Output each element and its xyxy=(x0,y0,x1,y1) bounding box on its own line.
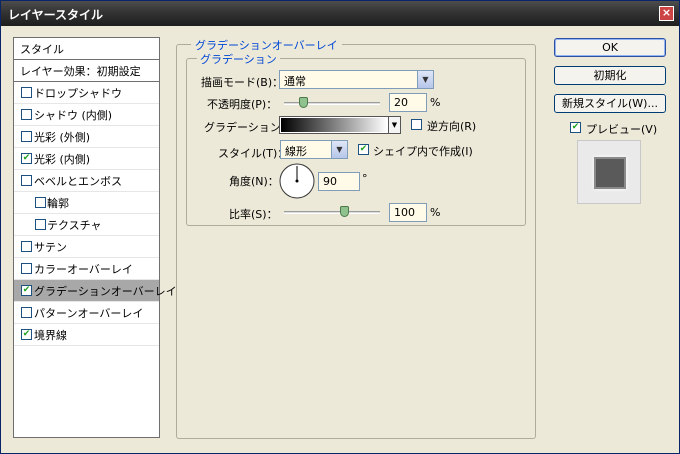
style-select[interactable]: 線形 ▼ xyxy=(280,140,348,159)
style-list-item[interactable]: ドロップシャドウ xyxy=(14,82,159,104)
align-with-layer-label[interactable]: シェイプ内で作成(I) xyxy=(373,143,473,159)
opacity-unit: % xyxy=(430,96,441,109)
style-checkbox[interactable] xyxy=(21,109,32,120)
style-list-item[interactable]: カラーオーバーレイ xyxy=(14,258,159,280)
preview-label[interactable]: プレビュー(V) xyxy=(586,121,657,137)
style-list-item[interactable]: ✔ グラデーションオーバーレイ xyxy=(14,280,177,302)
subgroup-title: グラデーション xyxy=(197,51,280,67)
angle-input[interactable]: 90 xyxy=(318,172,360,191)
opacity-label: 不透明度(P)： xyxy=(207,98,278,111)
style-list-item[interactable]: ✔ 境界線 xyxy=(14,324,159,346)
angle-unit: ° xyxy=(362,172,368,185)
style-checkbox[interactable] xyxy=(35,219,46,230)
scale-input[interactable]: 100 xyxy=(389,203,427,222)
opacity-slider-thumb[interactable] xyxy=(299,97,309,108)
scale-value: 100 xyxy=(394,206,415,219)
angle-value: 90 xyxy=(323,175,337,188)
style-checkbox[interactable] xyxy=(21,131,32,142)
style-list: スタイル レイヤー効果：初期設定 ドロップシャドウ シャドウ (内側) 光彩 (外側… xyxy=(13,37,177,438)
gradient-picker[interactable]: ▼ xyxy=(279,116,401,134)
style-list-item[interactable]: ✔ 光彩 (内側) xyxy=(14,148,159,170)
ok-button[interactable]: OK xyxy=(554,38,666,57)
align-with-layer-checkbox[interactable]: ✔ xyxy=(358,144,369,155)
style-checkbox[interactable] xyxy=(21,307,32,318)
opacity-input[interactable]: 20 xyxy=(389,93,427,112)
styles-header[interactable]: スタイル xyxy=(14,38,159,60)
style-list-item[interactable]: 光彩 (外側) xyxy=(14,126,159,148)
reset-button[interactable]: 初期化 xyxy=(554,66,666,85)
style-item-label: カラーオーバーレイ xyxy=(34,263,133,276)
style-item-label: 境界線 xyxy=(34,329,67,342)
style-item-label: 光彩 (内側) xyxy=(34,153,91,166)
angle-label: 角度(N)： xyxy=(229,175,279,188)
style-list-item[interactable]: 輪郭 xyxy=(14,192,159,214)
scale-unit: % xyxy=(430,206,441,219)
style-item-label: 光彩 (外側) xyxy=(34,131,91,144)
style-list-item[interactable]: サテン xyxy=(14,236,159,258)
scale-label: 比率(S)： xyxy=(229,208,278,221)
scale-slider-track[interactable] xyxy=(284,211,380,214)
blend-mode-value: 通常 xyxy=(284,75,306,88)
style-label: スタイル(T)： xyxy=(218,147,289,160)
style-checkbox[interactable] xyxy=(21,87,32,98)
style-list-item[interactable]: パターンオーバーレイ xyxy=(14,302,159,324)
preview-checkbox[interactable]: ✔ xyxy=(570,122,581,133)
new-style-button[interactable]: 新規スタイル(W)... xyxy=(554,94,666,113)
style-checkbox[interactable]: ✔ xyxy=(21,285,32,296)
style-checkbox[interactable]: ✔ xyxy=(21,153,32,164)
angle-dial[interactable] xyxy=(278,162,316,200)
style-item-label: テクスチャ xyxy=(47,219,102,232)
reverse-label[interactable]: 逆方向(R) xyxy=(427,118,476,134)
title-bar: レイヤースタイル × xyxy=(1,1,679,26)
style-item-label: サテン xyxy=(34,241,67,254)
reverse-checkbox[interactable] xyxy=(411,119,422,130)
style-list-item[interactable]: テクスチャ xyxy=(14,214,159,236)
style-list-item[interactable]: シャドウ (内側) xyxy=(14,104,159,126)
style-checkbox[interactable] xyxy=(21,263,32,274)
window-title: レイヤースタイル xyxy=(8,8,104,22)
style-item-label: グラデーションオーバーレイ xyxy=(34,285,177,298)
preview-swatch xyxy=(594,157,626,189)
opacity-value: 20 xyxy=(394,96,408,109)
blending-options-item[interactable]: レイヤー効果：初期設定 xyxy=(14,60,159,82)
scale-slider-thumb[interactable] xyxy=(340,206,349,217)
style-item-label: シャドウ (内側) xyxy=(34,109,113,122)
preview-thumbnail xyxy=(577,140,641,204)
gradient-swatch[interactable] xyxy=(281,118,387,132)
style-item-label: ドロップシャドウ xyxy=(34,87,122,100)
layer-style-dialog: レイヤースタイル × スタイル レイヤー効果：初期設定 ドロップシャドウ シャドウ… xyxy=(0,0,680,454)
style-value: 線形 xyxy=(285,145,307,158)
chevron-down-icon[interactable]: ▼ xyxy=(331,141,347,158)
gradient-dropdown-icon[interactable]: ▼ xyxy=(388,117,400,133)
style-item-label: 輪郭 xyxy=(47,197,69,210)
style-list-item[interactable]: ベベルとエンボス xyxy=(14,170,159,192)
style-checkbox[interactable] xyxy=(21,175,32,186)
blend-mode-label: 描画モード(B)： xyxy=(201,76,284,89)
close-icon[interactable]: × xyxy=(659,6,674,21)
style-checkbox[interactable]: ✔ xyxy=(21,329,32,340)
style-item-label: ベベルとエンボス xyxy=(34,175,122,188)
style-checkbox[interactable] xyxy=(21,241,32,252)
blend-mode-select[interactable]: 通常 ▼ xyxy=(279,70,434,89)
chevron-down-icon[interactable]: ▼ xyxy=(417,71,433,88)
style-item-label: パターンオーバーレイ xyxy=(34,307,144,320)
style-checkbox[interactable] xyxy=(35,197,46,208)
